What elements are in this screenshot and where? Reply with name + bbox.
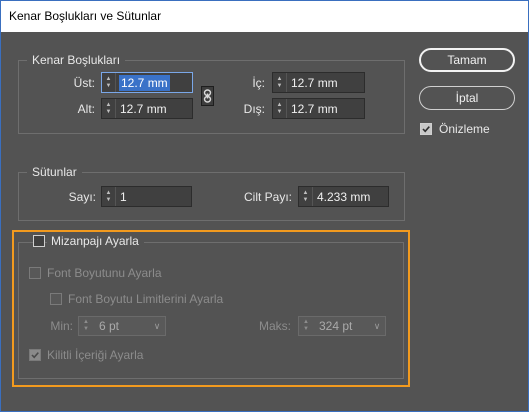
gutter-field[interactable]: ▲ ▼ 4.233 mm — [298, 186, 389, 207]
bottom-margin-field[interactable]: ▲ ▼ 12.7 mm — [101, 98, 193, 119]
gutter-value[interactable]: 4.233 mm — [313, 190, 370, 204]
spinner-icon[interactable]: ▲ ▼ — [273, 99, 287, 118]
gutter-label: Cilt Payı: — [243, 190, 292, 204]
max-label: Maks: — [258, 319, 291, 333]
spinner-icon[interactable]: ▲ ▼ — [102, 73, 116, 92]
min-font-size-value[interactable]: 6 pt — [93, 319, 149, 333]
checkmark-icon — [422, 126, 430, 133]
inside-margin-label: İç: — [252, 76, 265, 90]
inside-margin-value[interactable]: 12.7 mm — [287, 76, 338, 90]
adjust-layout-checkbox[interactable] — [33, 235, 45, 247]
spinner-icon[interactable]: ▲ ▼ — [299, 317, 313, 336]
preview-label: Önizleme — [439, 122, 490, 136]
margins-legend: Kenar Boşlukları — [27, 52, 126, 68]
adjust-font-size-label: Font Boyutunu Ayarla — [47, 266, 162, 280]
chain-link-icon[interactable] — [201, 86, 214, 106]
column-count-field[interactable]: ▲ ▼ 1 — [101, 186, 192, 207]
max-font-size-dropdown[interactable]: ▲ ▼ 324 pt ∨ — [298, 316, 386, 336]
margins-columns-dialog: Kenar Boşlukları ve Sütunlar Kenar Boşlu… — [0, 0, 529, 412]
adjust-locked-content-label: Kilitli İçeriği Ayarla — [47, 348, 144, 362]
min-font-size-dropdown[interactable]: ▲ ▼ 6 pt ∨ — [78, 316, 166, 336]
bottom-margin-label: Alt: — [77, 102, 95, 116]
spinner-icon[interactable]: ▲ ▼ — [102, 187, 116, 206]
spinner-icon[interactable]: ▲ ▼ — [273, 73, 287, 92]
inside-margin-field[interactable]: ▲ ▼ 12.7 mm — [272, 72, 365, 93]
column-count-value[interactable]: 1 — [116, 190, 127, 204]
outside-margin-label: Dış: — [243, 102, 265, 116]
outside-margin-value[interactable]: 12.7 mm — [287, 102, 338, 116]
checkmark-icon — [31, 352, 39, 359]
top-margin-label: Üst: — [73, 76, 95, 90]
dialog-title: Kenar Boşlukları ve Sütunlar — [1, 1, 528, 32]
adjust-locked-content-checkbox[interactable] — [29, 349, 41, 361]
min-label: Min: — [50, 319, 73, 333]
spinner-icon[interactable]: ▲ ▼ — [102, 99, 116, 118]
column-count-label: Sayı: — [68, 190, 96, 204]
font-size-limits-label: Font Boyutu Limitlerini Ayarla — [68, 292, 224, 306]
bottom-margin-value[interactable]: 12.7 mm — [116, 102, 167, 116]
max-font-size-value[interactable]: 324 pt — [313, 319, 369, 333]
font-size-limits-checkbox[interactable] — [50, 293, 62, 305]
columns-legend: Sütunlar — [27, 164, 82, 180]
spinner-icon[interactable]: ▲ ▼ — [299, 187, 313, 206]
top-margin-value[interactable]: 12.7 mm — [119, 74, 170, 91]
outside-margin-field[interactable]: ▲ ▼ 12.7 mm — [272, 98, 365, 119]
cancel-button[interactable]: İptal — [419, 86, 515, 110]
ok-button[interactable]: Tamam — [419, 48, 515, 72]
spinner-icon[interactable]: ▲ ▼ — [79, 317, 93, 336]
chevron-down-icon[interactable]: ∨ — [149, 321, 165, 332]
adjust-font-size-checkbox[interactable] — [29, 267, 41, 279]
adjust-layout-label: Mizanpajı Ayarla — [47, 233, 144, 249]
chevron-down-icon[interactable]: ∨ — [369, 321, 385, 332]
preview-checkbox[interactable] — [420, 123, 432, 135]
top-margin-field[interactable]: ▲ ▼ 12.7 mm — [101, 72, 193, 93]
